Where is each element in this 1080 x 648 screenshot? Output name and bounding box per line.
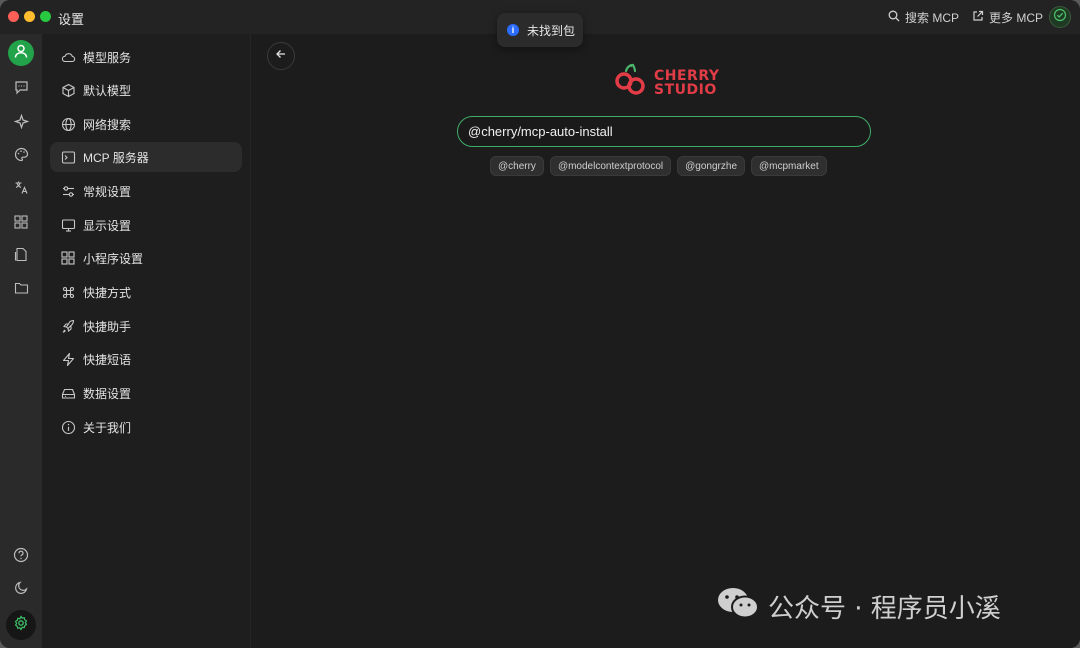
toast-message: i 未找到包 — [497, 13, 583, 47]
toast-text: 未找到包 — [527, 23, 576, 38]
wechat-icon — [716, 586, 760, 627]
menu-item-quick-assistant[interactable]: 快捷助手 — [50, 311, 242, 341]
menu-item-general-settings[interactable]: 常规设置 — [50, 176, 242, 206]
mcp-search-panel: CHERRY STUDIO @cherry @modelcontextproto… — [251, 34, 1080, 648]
search-icon — [888, 10, 900, 25]
gear-icon — [13, 614, 29, 636]
watermark: 公众号 · 程序员小溪 — [716, 586, 1001, 627]
logo-wordmark: CHERRY STUDIO — [654, 69, 720, 97]
cube-icon — [60, 82, 76, 98]
terminal-icon — [60, 149, 76, 165]
nav-knowledge[interactable] — [11, 247, 31, 267]
user-icon — [13, 43, 29, 64]
menu-item-web-search[interactable]: 网络搜索 — [50, 109, 242, 139]
nav-settings[interactable] — [6, 610, 36, 640]
globe-icon — [60, 116, 76, 132]
menu-item-data-settings[interactable]: 数据设置 — [50, 378, 242, 408]
grid-icon — [14, 214, 28, 234]
translate-icon — [14, 180, 29, 200]
file-icon — [14, 247, 28, 267]
rocket-icon — [60, 318, 76, 334]
menu-item-label: 小程序设置 — [83, 251, 144, 266]
folder-icon — [14, 281, 29, 300]
menu-item-label: 数据设置 — [83, 386, 132, 401]
search-mcp-label: 搜索 MCP — [905, 11, 960, 25]
menu-item-miniapp-settings[interactable]: 小程序设置 — [50, 243, 242, 273]
scope-tags: @cherry @modelcontextprotocol @gongrzhe … — [490, 156, 827, 176]
menu-item-label: 默认模型 — [83, 83, 132, 98]
moon-icon — [14, 580, 29, 600]
window-title: 设置 — [58, 12, 85, 27]
menu-item-shortcuts[interactable]: 快捷方式 — [50, 277, 242, 307]
nav-agents[interactable] — [11, 113, 31, 134]
menu-item-label: 网络搜索 — [83, 117, 132, 132]
watermark-text: 公众号 · 程序员小溪 — [768, 594, 1001, 624]
mcp-search-input[interactable] — [468, 117, 858, 146]
menu-item-label: 快捷方式 — [83, 285, 132, 300]
chat-icon — [14, 80, 29, 100]
hard-drive-icon — [60, 385, 76, 401]
avatar[interactable] — [8, 40, 34, 66]
status-check-button[interactable] — [1049, 6, 1071, 28]
nav-paint[interactable] — [11, 147, 31, 167]
settings-menu: 模型服务 默认模型 网络搜索 MCP 服务器 常规设置 显示设置 小程序设置 快… — [42, 34, 251, 648]
menu-item-label: MCP 服务器 — [83, 150, 149, 165]
info-icon: i — [507, 24, 519, 36]
arrow-left-icon — [275, 47, 287, 65]
icon-sidebar — [0, 34, 42, 648]
monitor-icon — [60, 217, 76, 233]
menu-item-label: 快捷短语 — [83, 352, 132, 367]
cloud-icon — [60, 49, 76, 65]
more-mcp-label: 更多 MCP — [989, 11, 1044, 25]
tag-cherry[interactable]: @cherry — [490, 156, 544, 176]
menu-item-default-model[interactable]: 默认模型 — [50, 75, 242, 105]
mcp-search-box — [457, 116, 871, 147]
external-link-icon — [972, 10, 984, 25]
menu-item-model-service[interactable]: 模型服务 — [50, 42, 242, 72]
zap-icon — [60, 351, 76, 367]
nav-chat[interactable] — [11, 80, 31, 100]
logo-line-2: STUDIO — [654, 81, 717, 98]
cherry-studio-logo: CHERRY STUDIO — [614, 62, 720, 103]
menu-item-label: 关于我们 — [83, 420, 132, 435]
menu-item-mcp-servers[interactable]: MCP 服务器 — [50, 142, 242, 172]
check-circle-icon — [1053, 8, 1067, 27]
close-window-button[interactable] — [8, 11, 19, 22]
nav-help[interactable] — [11, 547, 31, 567]
menu-item-display-settings[interactable]: 显示设置 — [50, 210, 242, 240]
more-mcp-button[interactable]: 更多 MCP — [972, 9, 1043, 26]
grid-icon — [60, 250, 76, 266]
nav-translate[interactable] — [11, 180, 31, 200]
cherry-logo-icon — [614, 62, 648, 103]
menu-item-label: 快捷助手 — [83, 319, 132, 334]
sliders-icon — [60, 183, 76, 199]
search-mcp-button[interactable]: 搜索 MCP — [888, 9, 959, 26]
app-window: 设置 搜索 MCP 更多 MCP 模型服务 默认模型 网络搜索 MCP 服务器 … — [0, 0, 1080, 648]
sparkle-icon — [13, 113, 29, 134]
menu-item-quick-phrases[interactable]: 快捷短语 — [50, 344, 242, 374]
menu-item-label: 模型服务 — [83, 50, 132, 65]
menu-item-label: 显示设置 — [83, 218, 132, 233]
info-icon — [60, 419, 76, 435]
theme-toggle[interactable] — [11, 580, 31, 600]
back-button[interactable] — [267, 42, 295, 70]
menu-item-label: 常规设置 — [83, 184, 132, 199]
nav-files[interactable] — [11, 280, 31, 300]
nav-apps[interactable] — [11, 214, 31, 234]
minimize-window-button[interactable] — [24, 11, 35, 22]
menu-item-about[interactable]: 关于我们 — [50, 412, 242, 442]
palette-icon — [14, 147, 29, 167]
tag-mcpmarket[interactable]: @mcpmarket — [751, 156, 827, 176]
tag-modelcontextprotocol[interactable]: @modelcontextprotocol — [549, 156, 672, 176]
tag-gongrzhe[interactable]: @gongrzhe — [677, 156, 746, 176]
command-icon — [60, 284, 76, 300]
maximize-window-button[interactable] — [40, 11, 51, 22]
help-icon — [13, 547, 29, 568]
logo-line-1: CHERRY — [654, 67, 720, 84]
